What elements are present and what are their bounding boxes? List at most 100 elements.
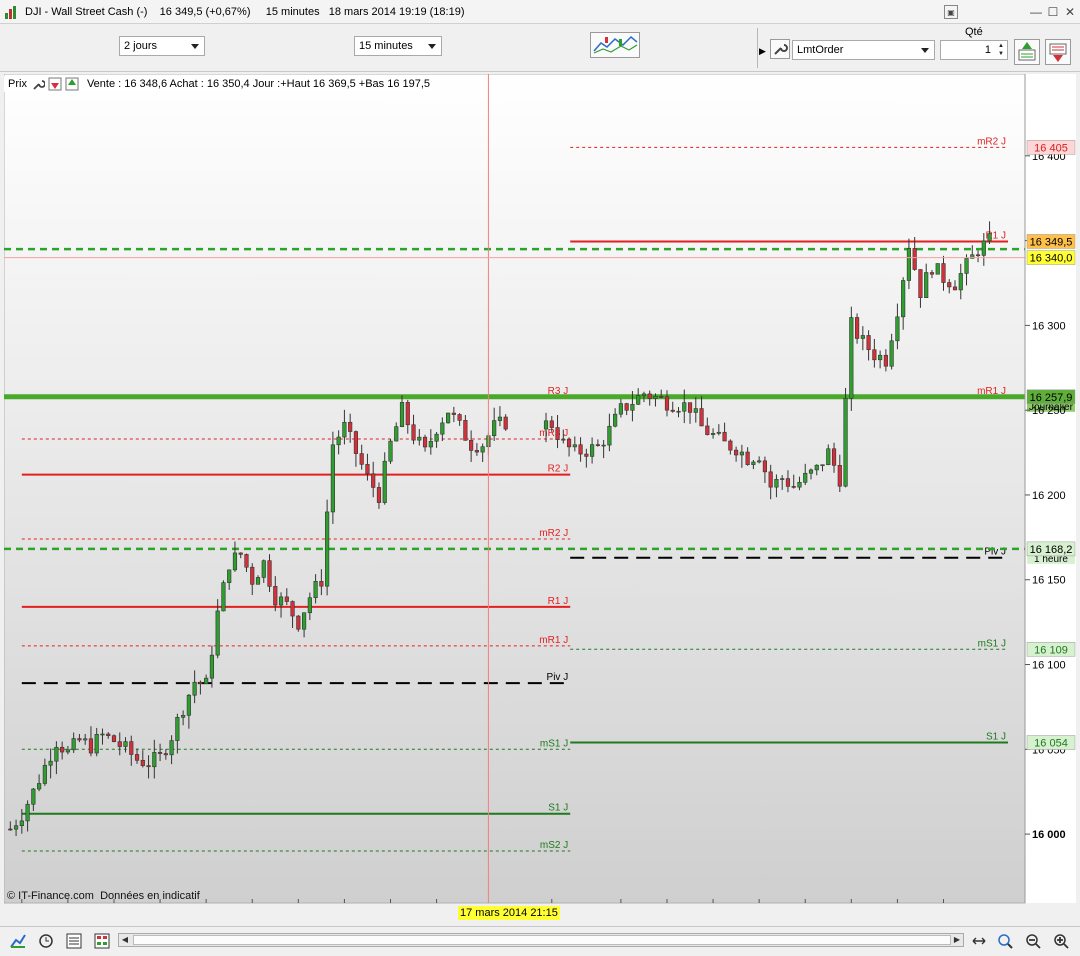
order-book-icon[interactable] bbox=[93, 932, 111, 950]
buy-order-icon[interactable] bbox=[65, 77, 79, 91]
sell-order-icon bbox=[1049, 43, 1067, 62]
minimize-icon[interactable]: — bbox=[1029, 5, 1043, 19]
price-axis-area bbox=[1025, 74, 1076, 903]
candle-body bbox=[710, 433, 716, 435]
wrench-icon bbox=[774, 44, 788, 55]
candle-body bbox=[474, 450, 479, 453]
scroll-left-icon[interactable]: ◀ bbox=[119, 934, 131, 946]
zoom-range-icon[interactable] bbox=[970, 932, 988, 950]
candle-body bbox=[353, 431, 359, 454]
horizontal-scrollbar[interactable]: ◀ ▶ bbox=[118, 933, 964, 947]
candle-body bbox=[13, 825, 19, 830]
scroll-thumb[interactable] bbox=[133, 935, 951, 945]
buy-button[interactable] bbox=[1014, 39, 1040, 65]
candle-body bbox=[83, 738, 88, 741]
interval-select[interactable]: 15 minutes bbox=[354, 36, 442, 56]
sell-order-icon[interactable] bbox=[48, 77, 62, 91]
stepper-up-icon[interactable]: ▲ bbox=[998, 43, 1004, 49]
candle-body bbox=[88, 738, 94, 754]
candle-body bbox=[584, 453, 589, 457]
app-chart-icon bbox=[5, 5, 19, 19]
candle-body bbox=[411, 424, 416, 441]
candle-body bbox=[975, 254, 981, 257]
candle-body bbox=[901, 280, 906, 318]
candle-body bbox=[791, 486, 796, 488]
candle-body bbox=[595, 444, 600, 446]
stepper-down-icon[interactable]: ▼ bbox=[998, 51, 1004, 57]
close-icon[interactable]: ✕ bbox=[1063, 5, 1077, 19]
candle-body bbox=[762, 460, 767, 473]
candle-body bbox=[906, 248, 912, 281]
candle-body bbox=[734, 449, 739, 456]
chart-type-icon[interactable] bbox=[9, 932, 27, 950]
candle-body bbox=[106, 733, 111, 736]
candle-body bbox=[19, 820, 24, 827]
candle-body bbox=[301, 612, 307, 630]
candle-body bbox=[647, 393, 652, 399]
order-type-select[interactable]: LmtOrder bbox=[792, 40, 935, 60]
candle-body bbox=[630, 403, 635, 411]
candle-body bbox=[325, 511, 330, 587]
candle-body bbox=[561, 438, 566, 441]
maximize-icon[interactable]: ☐ bbox=[1046, 5, 1060, 19]
scroll-right-icon[interactable]: ▶ bbox=[951, 934, 963, 946]
candle-body bbox=[739, 451, 744, 456]
candle-body bbox=[808, 469, 814, 474]
y-tick-label: 16 150 bbox=[1032, 575, 1066, 587]
candle-body bbox=[255, 577, 261, 585]
y-tick-label: 16 000 bbox=[1032, 829, 1066, 841]
alarm-icon[interactable] bbox=[37, 932, 55, 950]
candle-body bbox=[947, 282, 952, 288]
sell-button[interactable] bbox=[1045, 39, 1071, 65]
wrench-icon[interactable] bbox=[31, 77, 45, 91]
quote-summary: Vente : 16 348,6 Achat : 16 350,4 Jour :… bbox=[86, 78, 431, 90]
interval-value: 15 minutes bbox=[359, 40, 413, 52]
candle-body bbox=[820, 464, 825, 467]
candle-body bbox=[348, 421, 353, 432]
candle-body bbox=[267, 560, 272, 587]
candle-body bbox=[716, 431, 721, 434]
plot-area[interactable] bbox=[4, 74, 1026, 904]
candle-body bbox=[330, 444, 335, 513]
candle-body bbox=[872, 349, 877, 361]
candle-body bbox=[463, 420, 468, 441]
chart-canvas[interactable]: R3 JmR3 JR2 JmR2 JR1 JmR1 JPiv JmS1 JS1 … bbox=[4, 74, 1076, 904]
y-tick-label: 16 200 bbox=[1032, 490, 1066, 502]
expand-arrow-icon[interactable]: ▶ bbox=[759, 46, 766, 57]
candle-body bbox=[854, 317, 860, 339]
candle-body bbox=[780, 478, 785, 480]
candle-body bbox=[71, 738, 76, 751]
pivot-level-label: mR3 J bbox=[539, 428, 568, 439]
candle-body bbox=[497, 416, 503, 421]
list-icon[interactable] bbox=[65, 932, 83, 950]
candle-body bbox=[198, 681, 203, 684]
toolbar-separator bbox=[757, 28, 758, 68]
qty-stepper[interactable]: 1 ▲ ▼ bbox=[940, 40, 1008, 60]
price-chart[interactable]: R3 JmR3 J R2 JmR2 J R1 JmR1 J Piv JmS1 J S1 … bbox=[4, 74, 1076, 904]
zoom-fit-icon[interactable] bbox=[996, 932, 1014, 950]
candle-body bbox=[204, 677, 209, 684]
candle-body bbox=[469, 440, 474, 451]
period-select[interactable]: 2 jours bbox=[119, 36, 205, 56]
candle-body bbox=[797, 481, 802, 488]
candle-body bbox=[65, 749, 70, 753]
restore-icon[interactable]: ▣ bbox=[944, 5, 958, 19]
zoom-out-icon[interactable] bbox=[1024, 932, 1042, 950]
candle-body bbox=[382, 460, 387, 503]
zoom-in-icon[interactable] bbox=[1052, 932, 1070, 950]
candle-body bbox=[186, 694, 191, 716]
candle-body bbox=[273, 586, 278, 606]
candle-body bbox=[336, 436, 341, 446]
candle-body bbox=[376, 487, 382, 503]
settings-button[interactable] bbox=[770, 39, 790, 59]
candle-body bbox=[428, 440, 433, 448]
candle-body bbox=[8, 828, 13, 831]
candle-body bbox=[682, 402, 687, 412]
candle-body bbox=[929, 272, 935, 275]
candle-body bbox=[941, 263, 946, 283]
candle-body bbox=[192, 681, 197, 696]
indicators-button[interactable] bbox=[590, 32, 640, 58]
candle-body bbox=[613, 413, 618, 427]
candle-body bbox=[371, 473, 376, 488]
candle-body bbox=[566, 438, 572, 448]
